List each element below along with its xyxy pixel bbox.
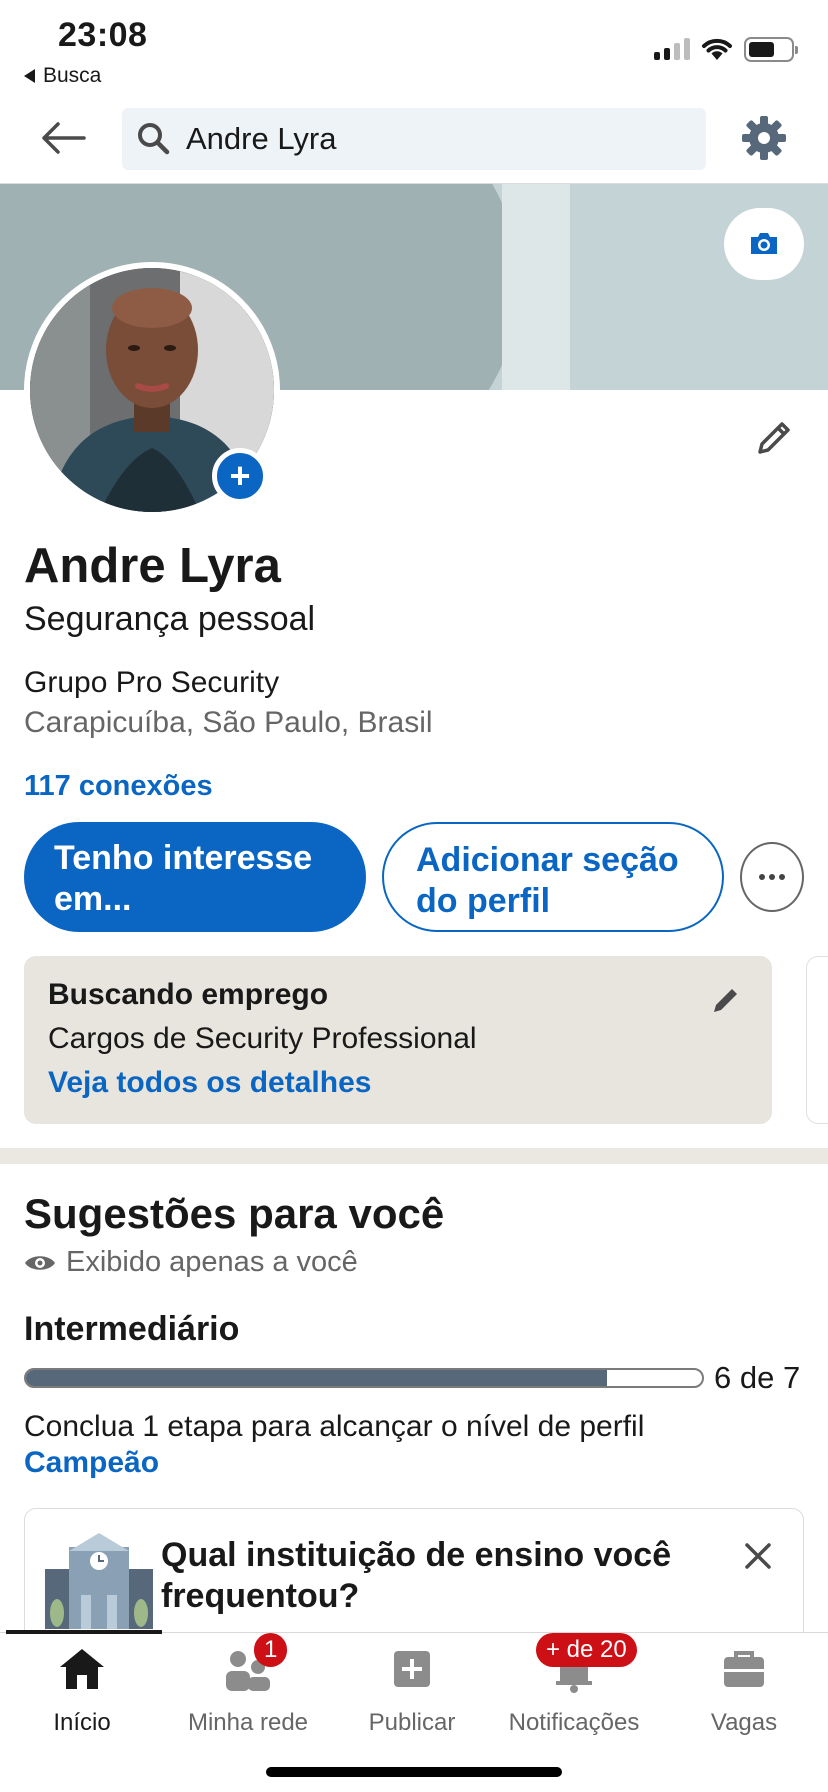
- suggestions-title: Sugestões para você: [24, 1190, 445, 1237]
- active-tab-indicator: [6, 1630, 162, 1634]
- open-to-work-card[interactable]: Buscando emprego Cargos de Security Prof…: [24, 956, 772, 1124]
- add-profile-section-button[interactable]: Adicionar seção do perfil: [382, 822, 724, 932]
- profile-strength-fill: [26, 1370, 608, 1386]
- more-actions-button[interactable]: [740, 842, 804, 912]
- profile-location: Carapicuíba, São Paulo, Brasil: [24, 706, 433, 739]
- profile-level-label: Intermediário: [24, 1310, 240, 1348]
- section-divider: [0, 1148, 828, 1164]
- more-dots-icon: [759, 874, 765, 880]
- target-level-link[interactable]: Campeão: [24, 1446, 159, 1480]
- back-app-label: Busca: [43, 64, 102, 87]
- notifications-badge: + de 20: [536, 1633, 637, 1667]
- level-help-text: Conclua 1 etapa para alcançar o nível de…: [24, 1410, 645, 1443]
- nav-my-network-label: Minha rede: [187, 1709, 309, 1736]
- profile-name: Andre Lyra: [24, 539, 281, 593]
- back-to-app-link[interactable]: Busca: [24, 64, 101, 88]
- open-to-work-title: Buscando emprego: [48, 978, 329, 1011]
- search-input[interactable]: [186, 121, 686, 157]
- education-suggestion-card[interactable]: Qual instituição de ensino você frequent…: [24, 1508, 804, 1648]
- cellular-signal-icon: [654, 38, 690, 60]
- school-building-icon: [45, 1533, 153, 1629]
- close-icon[interactable]: [741, 1539, 775, 1573]
- connections-link[interactable]: 117 conexões: [24, 770, 213, 803]
- gear-icon[interactable]: [740, 114, 788, 162]
- status-bar: 23:08 Busca: [0, 0, 828, 92]
- edit-profile-pencil-icon[interactable]: [750, 414, 798, 462]
- status-time: 23:08: [58, 16, 148, 54]
- search-icon: [138, 123, 170, 155]
- search-header: [0, 92, 828, 184]
- nav-home-label: Início: [53, 1709, 111, 1736]
- profile-company[interactable]: Grupo Pro Security: [24, 666, 279, 700]
- add-photo-button[interactable]: +: [212, 448, 268, 504]
- back-triangle-icon: [24, 69, 35, 83]
- nav-home[interactable]: Início: [2, 1641, 162, 1741]
- home-indicator: [266, 1767, 562, 1777]
- eye-icon: [25, 1255, 55, 1270]
- camera-icon: [751, 233, 777, 254]
- profile-headline: Segurança pessoal: [24, 600, 316, 638]
- battery-icon: [744, 36, 798, 62]
- back-arrow-icon[interactable]: [38, 116, 88, 160]
- nav-notifications-label: Notificações: [508, 1709, 640, 1736]
- status-icons: [654, 36, 798, 62]
- edit-pencil-icon[interactable]: [708, 982, 744, 1018]
- home-icon: [60, 1649, 104, 1689]
- network-badge: 1: [254, 1633, 288, 1667]
- wifi-icon: [702, 38, 732, 60]
- visibility-text: Exibido apenas a você: [66, 1246, 358, 1278]
- briefcase-icon: [724, 1651, 764, 1687]
- progress-count: 6 de 7: [714, 1360, 801, 1395]
- next-card-peek[interactable]: [806, 956, 828, 1124]
- private-visibility-note: Exibido apenas a você: [24, 1246, 358, 1279]
- nav-notifications[interactable]: + de 20 Notificações: [494, 1633, 654, 1741]
- open-to-work-roles: Cargos de Security Professional: [48, 1022, 477, 1055]
- nav-post[interactable]: Publicar: [332, 1641, 492, 1741]
- nav-my-network[interactable]: 1 Minha rede: [168, 1633, 328, 1741]
- nav-jobs[interactable]: Vagas: [664, 1641, 824, 1741]
- plus-icon: +: [229, 455, 251, 496]
- education-question: Qual instituição de ensino você frequent…: [161, 1536, 672, 1616]
- see-all-details-link[interactable]: Veja todos os detalhes: [48, 1066, 748, 1100]
- post-icon: [394, 1651, 430, 1687]
- profile-strength-bar: [24, 1368, 704, 1388]
- search-box[interactable]: [122, 108, 706, 170]
- nav-post-label: Publicar: [368, 1709, 456, 1736]
- open-to-button[interactable]: Tenho interesse em...: [24, 822, 366, 932]
- nav-jobs-label: Vagas: [710, 1709, 778, 1736]
- edit-banner-button[interactable]: [724, 208, 804, 280]
